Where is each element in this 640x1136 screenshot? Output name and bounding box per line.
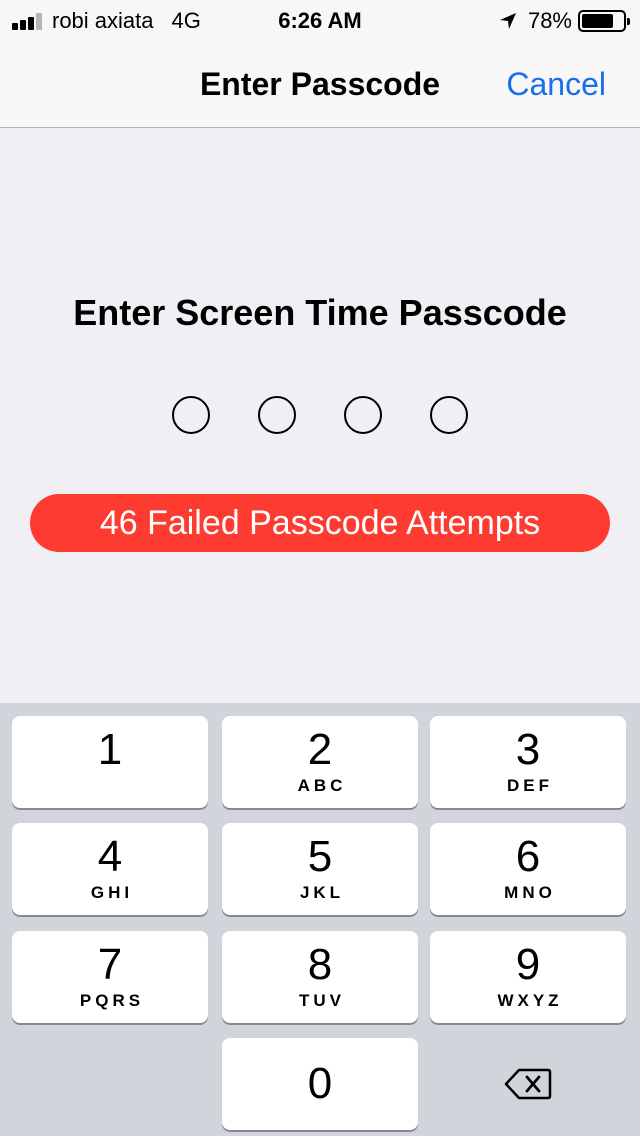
passcode-dot bbox=[172, 396, 210, 434]
key-digit: 1 bbox=[97, 725, 123, 774]
key-letters: DEF bbox=[507, 776, 553, 795]
battery-tip bbox=[627, 18, 630, 25]
numeric-keypad: 1 2 ABC 3 DEF 4 GHI 5 JKL 6 MNO 7 PQRS 8… bbox=[0, 703, 640, 1136]
passcode-dot bbox=[430, 396, 468, 434]
key-3[interactable]: 3 DEF bbox=[430, 716, 626, 808]
key-letters: JKL bbox=[299, 883, 345, 902]
navigation-bar: Enter Passcode Cancel bbox=[0, 40, 640, 128]
key-9[interactable]: 9 WXYZ bbox=[430, 931, 626, 1023]
key-digit: 9 bbox=[515, 940, 541, 989]
status-right: 78% bbox=[498, 8, 630, 34]
key-digit: 4 bbox=[97, 832, 123, 881]
battery-icon bbox=[578, 10, 630, 32]
passcode-dots bbox=[0, 396, 640, 434]
location-arrow-icon bbox=[499, 13, 516, 29]
key-digit: 5 bbox=[307, 832, 333, 881]
key-digit: 6 bbox=[515, 832, 541, 881]
key-digit: 8 bbox=[307, 940, 333, 989]
passcode-prompt: Enter Screen Time Passcode bbox=[73, 292, 567, 333]
key-0[interactable]: 0 bbox=[222, 1038, 418, 1130]
battery-fill bbox=[582, 14, 614, 28]
key-digit: 2 bbox=[307, 725, 333, 774]
failed-attempts-badge: 46 Failed Passcode Attempts bbox=[30, 494, 610, 552]
key-7[interactable]: 7 PQRS bbox=[12, 931, 208, 1023]
key-6[interactable]: 6 MNO bbox=[430, 823, 626, 915]
key-letters: WXYZ bbox=[497, 991, 563, 1010]
key-digit: 7 bbox=[97, 940, 123, 989]
passcode-dot bbox=[258, 396, 296, 434]
key-letters: TUV bbox=[299, 991, 345, 1010]
key-2[interactable]: 2 ABC bbox=[222, 716, 418, 808]
key-letters: MNO bbox=[504, 883, 556, 902]
key-5[interactable]: 5 JKL bbox=[222, 823, 418, 915]
key-4[interactable]: 4 GHI bbox=[12, 823, 208, 915]
cancel-button[interactable]: Cancel bbox=[506, 66, 606, 103]
battery-percent: 78% bbox=[527, 8, 572, 33]
key-letters: GHI bbox=[90, 883, 134, 902]
status-bar: robi axiata 4G 6:26 AM 78% bbox=[0, 0, 640, 40]
key-8[interactable]: 8 TUV bbox=[222, 931, 418, 1023]
key-letters: ABC bbox=[297, 776, 347, 795]
delete-backspace-icon bbox=[504, 1068, 552, 1100]
delete-key[interactable] bbox=[430, 1038, 626, 1130]
key-1[interactable]: 1 bbox=[12, 716, 208, 808]
key-letters: PQRS bbox=[79, 991, 145, 1010]
passcode-dot bbox=[344, 396, 382, 434]
key-digit: 0 bbox=[307, 1059, 333, 1108]
key-digit: 3 bbox=[515, 725, 541, 774]
